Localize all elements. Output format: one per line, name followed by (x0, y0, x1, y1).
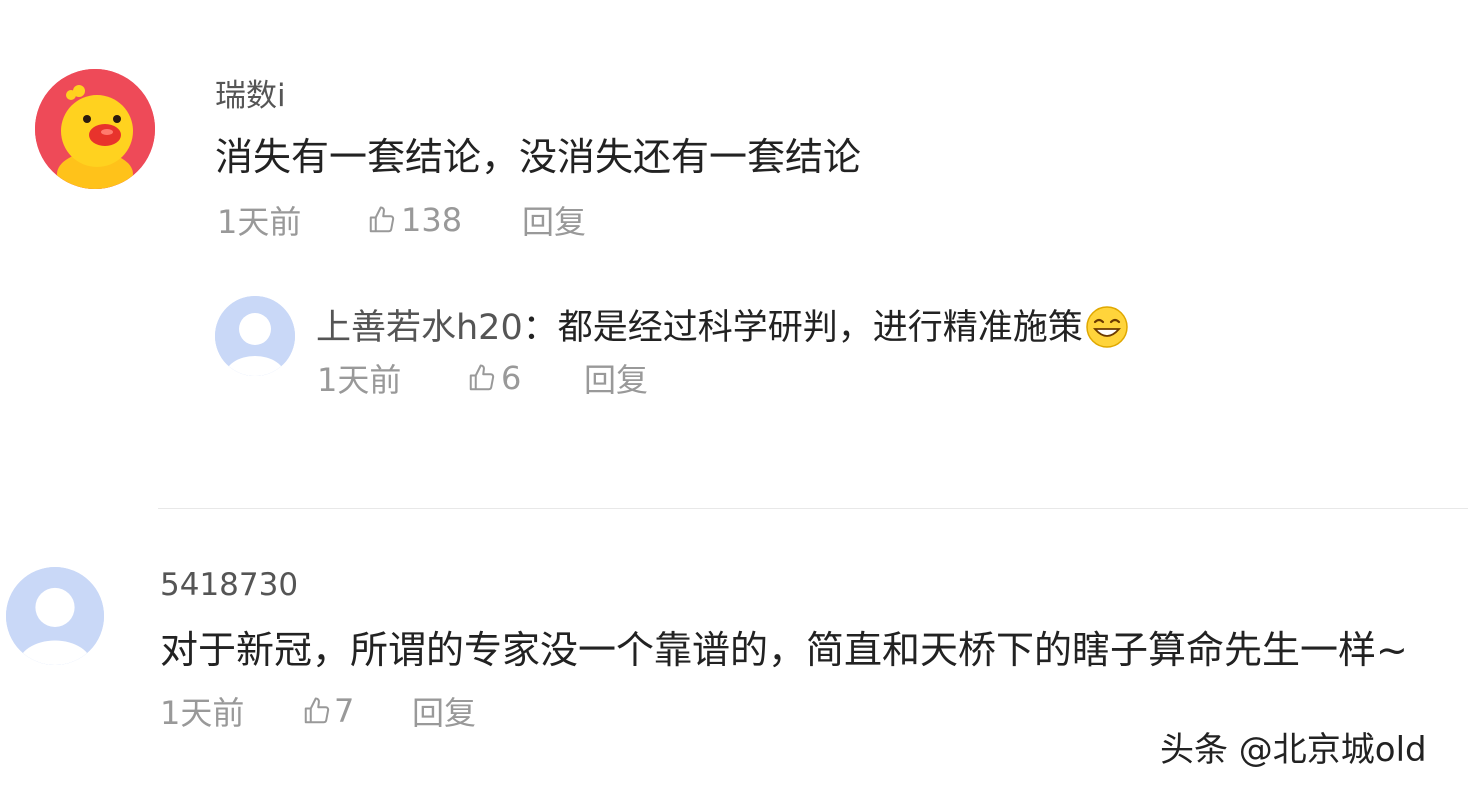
thumbs-up-icon (369, 206, 395, 233)
like-button[interactable]: 7 (302, 692, 412, 730)
reply-avatar[interactable] (215, 296, 295, 376)
comment-divider (158, 508, 1468, 509)
reply-separator: ： (522, 308, 558, 348)
comment-time: 1天前 (160, 694, 245, 732)
grin-emoji-icon (1086, 306, 1128, 348)
reply-time: 1天前 (317, 361, 402, 399)
thumbs-up-icon (304, 697, 330, 724)
like-count: 138 (401, 201, 463, 239)
like-count: 6 (501, 359, 522, 397)
reply-meta: 1天前 6 回复 (317, 355, 648, 401)
duck-avatar-icon (35, 69, 155, 189)
thumbs-up-icon (469, 364, 495, 391)
comment-text: 消失有一套结论，没消失还有一套结论 (215, 135, 862, 179)
watermark: 头条 @北京城old (1160, 730, 1427, 770)
user-avatar[interactable] (6, 567, 104, 665)
reply-username[interactable]: 上善若水h20 (316, 308, 523, 348)
default-avatar-icon (6, 567, 104, 665)
comment-text: 对于新冠，所谓的专家没一个靠谱的，简直和天桥下的瞎子算命先生一样~ (160, 628, 1408, 672)
like-button[interactable]: 138 (367, 201, 522, 239)
comment-username[interactable]: 5418730 (160, 567, 298, 603)
comment-meta: 1天前 7 回复 (160, 688, 476, 734)
default-avatar-icon (215, 296, 295, 376)
comment-meta: 1天前 138 回复 (217, 197, 586, 243)
comment-time: 1天前 (217, 203, 302, 241)
user-avatar[interactable] (35, 69, 155, 189)
like-button[interactable]: 6 (467, 359, 584, 397)
like-count: 7 (334, 692, 355, 730)
reply-text: 都是经过科学研判，进行精准施策 (557, 308, 1083, 348)
reply-button[interactable]: 回复 (584, 355, 648, 401)
reply-line: 上善若水h20：都是经过科学研判，进行精准施策 (316, 299, 1129, 350)
reply-button[interactable]: 回复 (412, 688, 476, 734)
comment-username[interactable]: 瑞数i (215, 70, 286, 115)
reply-button[interactable]: 回复 (522, 197, 586, 243)
